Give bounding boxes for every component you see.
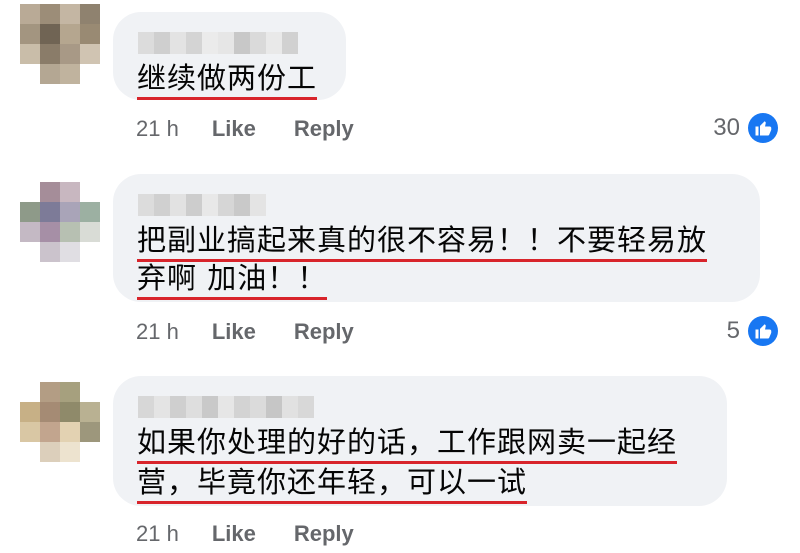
reaction-summary[interactable]: 5 [727, 315, 778, 347]
reply-button[interactable]: Reply [294, 319, 354, 345]
author-name-blurred[interactable] [138, 396, 314, 418]
reaction-count: 5 [726, 317, 740, 344]
comment-actions: 21 h Like Reply [136, 317, 354, 347]
comment-time[interactable]: 21 h [136, 319, 179, 345]
comment-text-line: 如果你处理的好的话，工作跟网卖一起经 [137, 422, 678, 464]
comment-bubble: 继续做两份工 [113, 12, 346, 100]
like-button[interactable]: Like [212, 116, 256, 142]
comment-text-line: 把副业搞起来真的很不容易！！不要轻易放 [137, 220, 708, 262]
author-name-blurred[interactable] [138, 32, 298, 54]
avatar[interactable] [20, 182, 100, 262]
comment-text: 继续做两份工 [137, 58, 318, 100]
reply-button[interactable]: Reply [294, 116, 354, 142]
comment-actions: 21 h Like Reply [136, 519, 354, 549]
comment-time[interactable]: 21 h [136, 521, 179, 547]
reply-button[interactable]: Reply [294, 521, 354, 547]
author-name-blurred[interactable] [138, 194, 266, 216]
like-button[interactable]: Like [212, 521, 256, 547]
comment-text-line: 弃啊 加油！！ [137, 258, 328, 300]
comment-time[interactable]: 21 h [136, 116, 179, 142]
like-button[interactable]: Like [212, 319, 256, 345]
reaction-count: 30 [713, 114, 740, 141]
comment-bubble: 如果你处理的好的话，工作跟网卖一起经 营，毕竟你还年轻，可以一试 [113, 376, 727, 506]
thumbs-up-icon [748, 316, 778, 346]
comment-bubble: 把副业搞起来真的很不容易！！不要轻易放 弃啊 加油！！ [113, 174, 760, 302]
reaction-summary[interactable]: 30 [713, 112, 778, 144]
comment-actions: 21 h Like Reply [136, 114, 354, 144]
avatar[interactable] [20, 382, 100, 462]
comment-text-line: 营，毕竟你还年轻，可以一试 [137, 462, 528, 504]
avatar[interactable] [20, 4, 100, 84]
thumbs-up-icon [748, 113, 778, 143]
